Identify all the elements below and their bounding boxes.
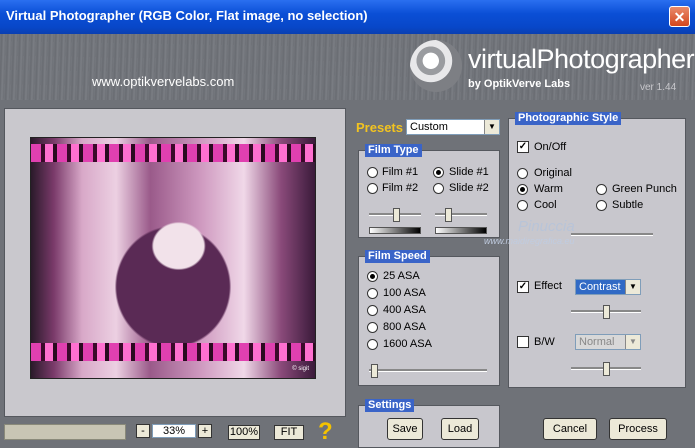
presets-label: Presets xyxy=(356,120,403,135)
settings-group: Settings Save Load xyxy=(358,399,500,448)
zoom-fit-button[interactable]: FIT xyxy=(274,425,304,440)
green-punch-label: Green Punch xyxy=(612,183,677,195)
film-slider-thumb[interactable] xyxy=(393,208,400,222)
radio-400-asa[interactable] xyxy=(367,305,378,316)
zoom-out-button[interactable]: - xyxy=(136,424,150,438)
asa-100-label: 100 ASA xyxy=(383,287,426,299)
window-title: Virtual Photographer (RGB Color, Flat im… xyxy=(6,8,368,23)
chevron-down-icon: ▼ xyxy=(484,120,499,134)
effect-value: Contrast xyxy=(579,281,621,293)
radio-25-asa[interactable] xyxy=(367,271,378,282)
process-button[interactable]: Process xyxy=(609,418,667,440)
radio-original[interactable] xyxy=(517,168,528,179)
effect-slider-thumb[interactable] xyxy=(603,305,610,319)
slide-slider-thumb[interactable] xyxy=(445,208,452,222)
bw-value: Normal xyxy=(579,336,615,348)
speed-slider-thumb[interactable] xyxy=(371,364,378,378)
watermark-name: Pinuccia xyxy=(518,218,575,235)
cancel-button[interactable]: Cancel xyxy=(543,418,597,440)
logo-text: virtualPhotographer xyxy=(468,44,695,74)
photographic-style-group: Photographic Style ✓ On/Off Original War… xyxy=(508,112,686,388)
radio-slide-1[interactable] xyxy=(433,167,444,178)
radio-green-punch[interactable] xyxy=(596,184,607,195)
bw-dropdown[interactable]: Normal ▼ xyxy=(575,334,641,350)
progress-bar xyxy=(4,424,126,440)
slide-2-label: Slide #2 xyxy=(449,182,489,194)
settings-title: Settings xyxy=(365,399,415,412)
cool-label: Cool xyxy=(534,199,557,211)
effect-dropdown[interactable]: Contrast ▼ xyxy=(575,279,641,295)
film-2-label: Film #2 xyxy=(382,182,419,194)
slide-gradient-bar xyxy=(435,227,487,234)
film-1-label: Film #1 xyxy=(382,166,419,178)
save-button[interactable]: Save xyxy=(387,418,423,440)
style-slider-track xyxy=(571,233,653,236)
radio-film-1[interactable] xyxy=(367,167,378,178)
watermark-site: www.maidiregrafica.eu xyxy=(484,236,575,246)
logo-icon xyxy=(410,40,462,92)
chevron-down-icon: ▼ xyxy=(625,280,640,294)
radio-cool[interactable] xyxy=(517,200,528,211)
website-link[interactable]: www.optikvervelabs.com xyxy=(92,74,234,89)
load-button[interactable]: Load xyxy=(441,418,479,440)
help-icon[interactable]: ? xyxy=(318,418,333,446)
film-strip-bottom xyxy=(31,343,315,361)
film-speed-group: Film Speed 25 ASA 100 ASA 400 ASA 800 AS… xyxy=(358,250,500,386)
asa-800-label: 800 ASA xyxy=(383,321,426,333)
effect-label: Effect xyxy=(534,280,562,292)
preview-image[interactable]: © sigit xyxy=(30,137,316,379)
slide-slider-track xyxy=(435,213,487,216)
chevron-down-icon: ▼ xyxy=(625,335,640,349)
presets-dropdown[interactable]: Custom ▼ xyxy=(406,119,500,135)
film-type-title: Film Type xyxy=(365,144,422,157)
presets-value: Custom xyxy=(410,121,448,133)
bw-slider-thumb[interactable] xyxy=(603,362,610,376)
effect-checkbox[interactable]: ✓ xyxy=(517,281,529,293)
subtle-label: Subtle xyxy=(612,199,644,211)
radio-film-2[interactable] xyxy=(367,183,378,194)
film-strip-top xyxy=(31,144,315,162)
close-button[interactable]: ✕ xyxy=(669,6,690,27)
radio-subtle[interactable] xyxy=(596,200,607,211)
radio-100-asa[interactable] xyxy=(367,288,378,299)
bw-checkbox[interactable] xyxy=(517,336,529,348)
speed-slider-track xyxy=(369,369,487,372)
radio-slide-2[interactable] xyxy=(433,183,444,194)
photographic-style-title: Photographic Style xyxy=(515,112,622,125)
radio-warm[interactable] xyxy=(517,184,528,195)
logo-subtitle: by OptikVerve Labs xyxy=(468,78,571,90)
slide-1-label: Slide #1 xyxy=(449,166,489,178)
warm-label: Warm xyxy=(534,183,563,195)
film-speed-title: Film Speed xyxy=(365,250,430,263)
title-bar: Virtual Photographer (RGB Color, Flat im… xyxy=(0,0,695,34)
bw-label: B/W xyxy=(534,336,555,348)
film-type-group: Film Type Film #1 Slide #1 Film #2 Slide… xyxy=(358,144,500,238)
asa-25-label: 25 ASA xyxy=(383,270,420,282)
image-signature: © sigit xyxy=(292,366,309,372)
asa-1600-label: 1600 ASA xyxy=(383,338,432,350)
radio-800-asa[interactable] xyxy=(367,322,378,333)
onoff-label: On/Off xyxy=(534,141,567,153)
radio-1600-asa[interactable] xyxy=(367,339,378,350)
original-label: Original xyxy=(534,167,572,179)
asa-400-label: 400 ASA xyxy=(383,304,426,316)
zoom-level-field[interactable]: 33% xyxy=(152,424,196,438)
zoom-in-button[interactable]: + xyxy=(198,424,212,438)
version-label: ver 1.44 xyxy=(640,82,677,93)
zoom-100-button[interactable]: 100% xyxy=(228,425,260,440)
film-gradient-bar xyxy=(369,227,421,234)
onoff-checkbox[interactable]: ✓ xyxy=(517,141,529,153)
